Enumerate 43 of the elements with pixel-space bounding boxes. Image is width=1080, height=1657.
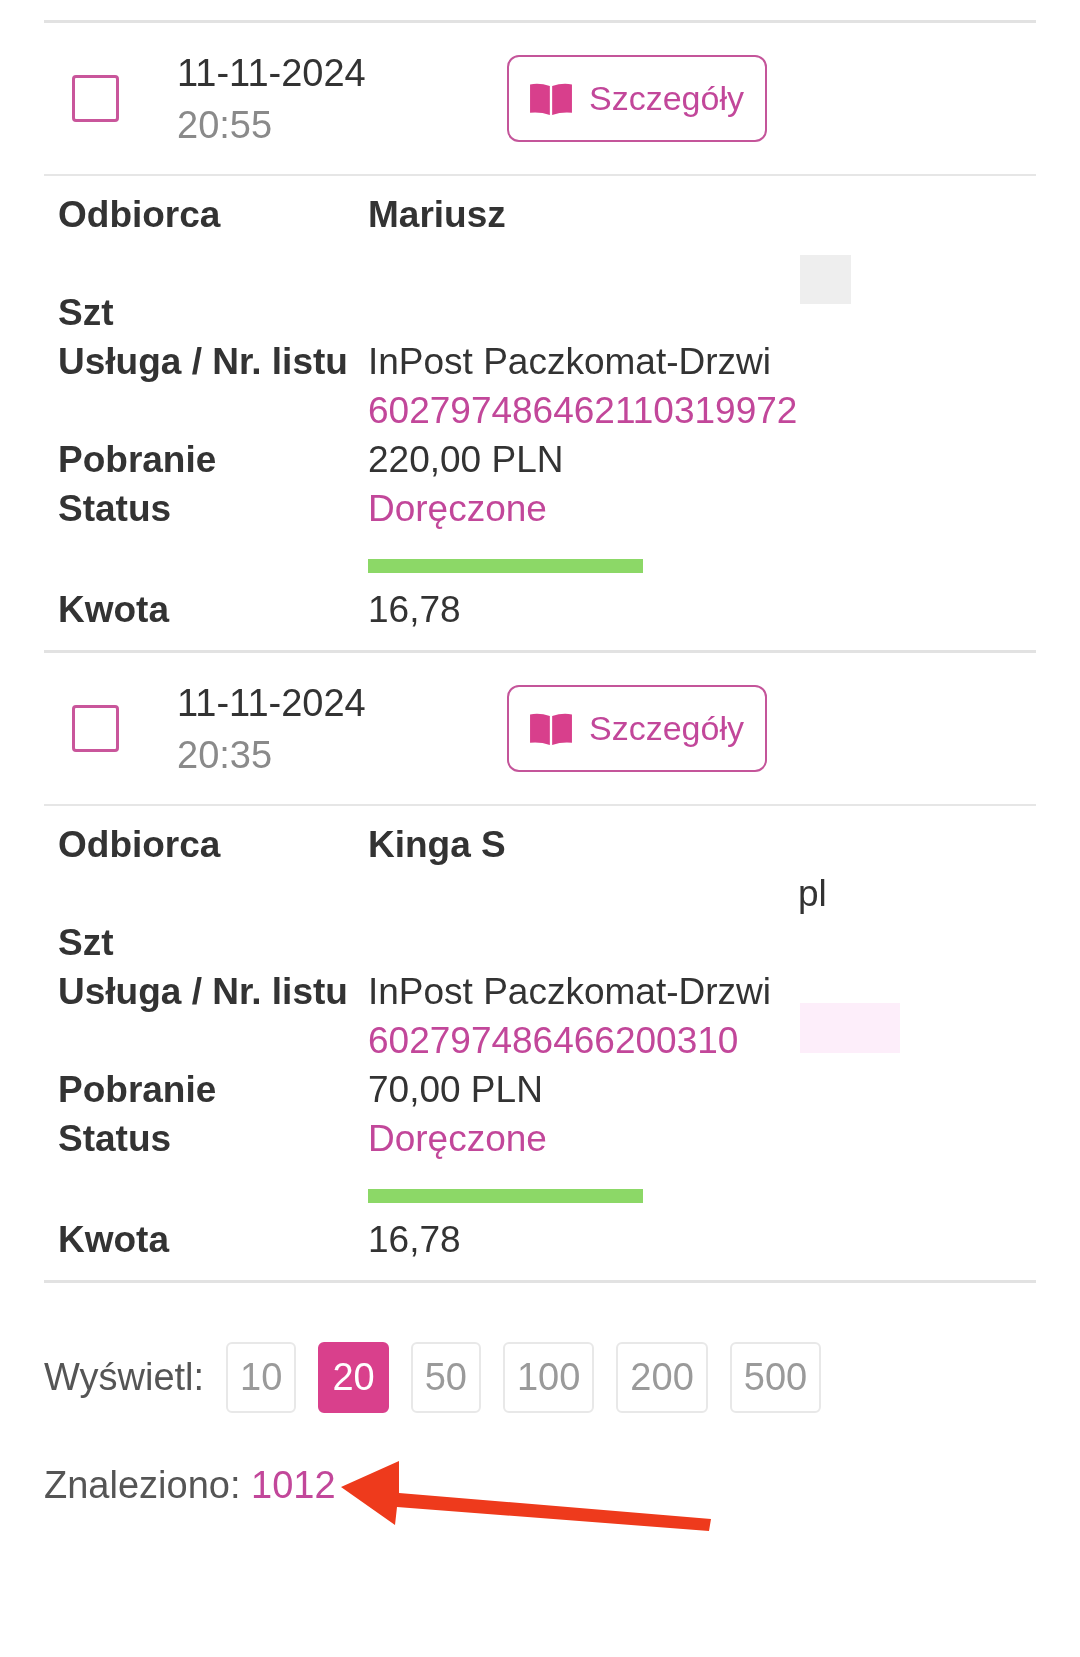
status-text: Doręczone — [368, 487, 547, 531]
field-label: Pobranie — [58, 439, 217, 480]
amount-value: 16,78 — [368, 588, 461, 632]
results-count: Znaleziono: 1012 — [44, 1463, 336, 1508]
recipient-name: Kinga S — [368, 823, 506, 867]
field-label: Odbiorca — [58, 824, 221, 865]
page-size-option[interactable]: 20 — [318, 1342, 389, 1413]
book-icon — [530, 712, 572, 745]
date-text: 11-11-2024 — [177, 50, 366, 96]
field-label: Status — [58, 1118, 172, 1159]
field-label: Szt — [58, 922, 114, 963]
field-label: Usługa / Nr. listu — [58, 971, 348, 1012]
page-size-option[interactable]: 200 — [616, 1342, 708, 1413]
recipient-name: Mariusz — [368, 193, 506, 237]
service-name: InPost Paczkomat-Drzwi — [368, 340, 771, 384]
page-size-option[interactable]: 500 — [729, 1342, 822, 1413]
amount-value: 16,78 — [368, 1218, 461, 1262]
field-label: Status — [58, 488, 172, 529]
service-name: InPost Paczkomat-Drzwi — [368, 970, 771, 1014]
checkbox[interactable] — [72, 75, 119, 122]
field-label: Szt — [58, 292, 114, 333]
cod-amount: 70,00 PLN — [368, 1068, 543, 1112]
time-text: 20:55 — [177, 102, 273, 148]
field-label: Pobranie — [58, 1069, 217, 1110]
cod-amount: 220,00 PLN — [368, 438, 564, 482]
page-size-label: Wyświetl: — [44, 1355, 205, 1400]
date-text: 11-11-2024 — [177, 680, 366, 726]
tracking-number-link[interactable]: 602797486466200310 — [368, 1016, 739, 1065]
email-fragment: pl — [798, 872, 827, 916]
checkbox[interactable] — [72, 705, 119, 752]
details-button[interactable]: Szczegóły — [507, 685, 767, 772]
book-icon — [530, 82, 572, 115]
page-size-option[interactable]: 100 — [502, 1342, 595, 1413]
time-text: 20:35 — [177, 732, 273, 778]
page-size-option[interactable]: 50 — [410, 1342, 481, 1413]
page-size-option[interactable]: 10 — [226, 1342, 297, 1413]
field-label: Odbiorca — [58, 194, 221, 235]
status-text: Doręczone — [368, 1117, 547, 1161]
field-label: Kwota — [58, 1219, 169, 1260]
details-button[interactable]: Szczegóły — [507, 55, 767, 142]
field-label: Usługa / Nr. listu — [58, 341, 348, 382]
field-label: Kwota — [58, 589, 169, 630]
tracking-number-link[interactable]: 602797486462110319972 — [368, 386, 798, 435]
